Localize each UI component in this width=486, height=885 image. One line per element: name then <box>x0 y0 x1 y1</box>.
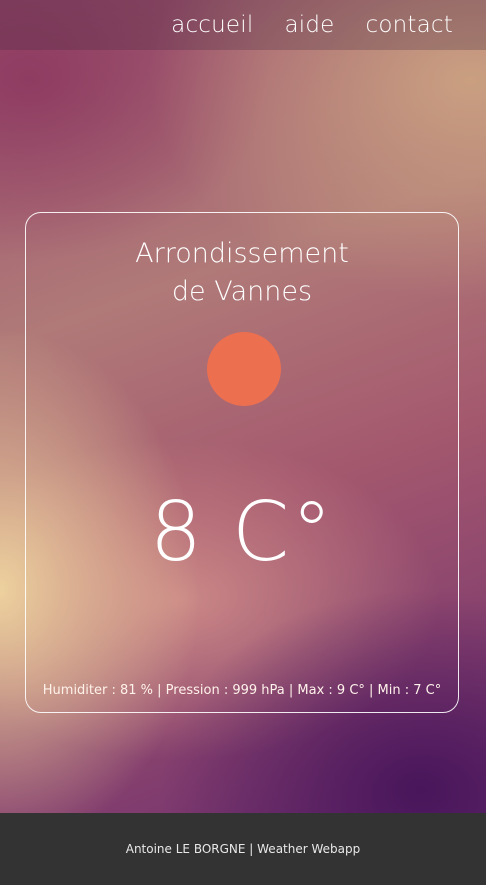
weather-details: Humiditer : 81 % | Pression : 999 hPa | … <box>42 683 442 698</box>
footer-credit: Antoine LE BORGNE | Weather Webapp <box>125 842 361 856</box>
top-navbar: accueil aide contact <box>0 0 486 50</box>
weather-card: Arrondissement de Vannes 8 C° Humiditer … <box>25 212 459 713</box>
nav-link-aide[interactable]: aide <box>284 12 334 38</box>
temperature-value: 8 C° <box>149 485 335 580</box>
city-name-line2: de Vannes <box>171 276 313 307</box>
footer: Antoine LE BORGNE | Weather Webapp <box>0 813 486 885</box>
nav-link-contact[interactable]: contact <box>366 12 453 38</box>
city-name: Arrondissement de Vannes <box>26 235 458 311</box>
nav-link-accueil[interactable]: accueil <box>171 12 253 38</box>
city-name-line1: Arrondissement <box>135 238 349 269</box>
sun-icon <box>207 332 281 406</box>
